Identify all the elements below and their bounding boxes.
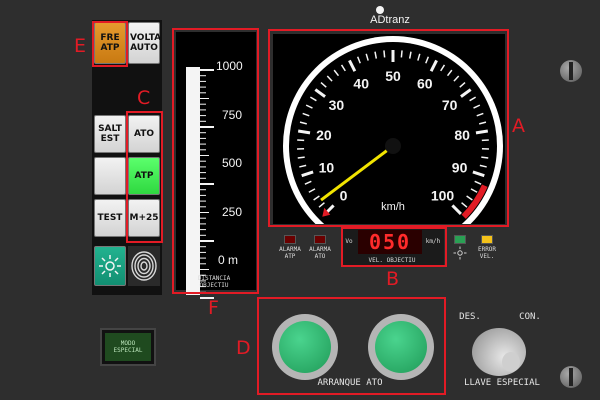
modo-especial-button[interactable]: MODO ESPECIAL	[100, 328, 156, 366]
test-button[interactable]: TEST	[94, 199, 126, 237]
status-green-led	[454, 235, 466, 244]
test-label: TEST	[97, 213, 123, 223]
driver-console: ADtranz FRE ATP VOLTA AUTO SALT EST ATO …	[0, 0, 600, 400]
highlight-box-c	[126, 111, 163, 243]
highlight-box-d	[257, 297, 446, 395]
callout-e: E	[74, 35, 87, 57]
error-vel-label: ERROR VEL.	[477, 246, 497, 260]
screw-top	[560, 60, 582, 82]
key-con-label: CON.	[519, 312, 541, 322]
brightness-button[interactable]	[94, 246, 126, 286]
salt-est-button[interactable]: SALT EST	[94, 115, 126, 153]
highlight-box-b	[341, 227, 447, 267]
alarma-ato-led	[314, 235, 326, 244]
highlight-box-f	[172, 28, 259, 294]
brand-indicator-light	[376, 6, 384, 14]
salt-est-label: SALT EST	[98, 124, 122, 144]
sun-small-icon	[453, 246, 467, 260]
screw-bottom	[560, 366, 582, 388]
volta-auto-label: VOLTA AUTO	[130, 33, 162, 53]
llave-especial-label: LLAVE ESPECIAL	[464, 378, 540, 388]
key-knob[interactable]	[472, 328, 526, 376]
callout-c: C	[137, 87, 151, 109]
key-des-label: DES.	[459, 312, 481, 322]
brand-logo-text: ADtranz	[370, 14, 410, 26]
callout-a: A	[512, 115, 525, 137]
callout-f: F	[208, 297, 219, 319]
modo-especial-label: MODO ESPECIAL	[113, 340, 143, 354]
callout-b: B	[386, 268, 400, 290]
highlight-box-a	[268, 29, 509, 227]
blank-button[interactable]	[94, 157, 126, 195]
highlight-box-e	[92, 21, 128, 67]
fingerprint-sensor[interactable]	[128, 246, 160, 286]
alarma-atp-led	[284, 235, 296, 244]
key-switch[interactable]: DES. CON. LLAVE ESPECIAL	[459, 312, 550, 388]
volta-auto-button[interactable]: VOLTA AUTO	[128, 22, 162, 64]
fingerprint-icon	[131, 251, 157, 281]
sun-icon	[99, 255, 121, 277]
callout-d: D	[236, 337, 251, 359]
error-vel-led	[481, 235, 493, 244]
alarma-ato-label: ALARMA ATO	[309, 246, 331, 260]
